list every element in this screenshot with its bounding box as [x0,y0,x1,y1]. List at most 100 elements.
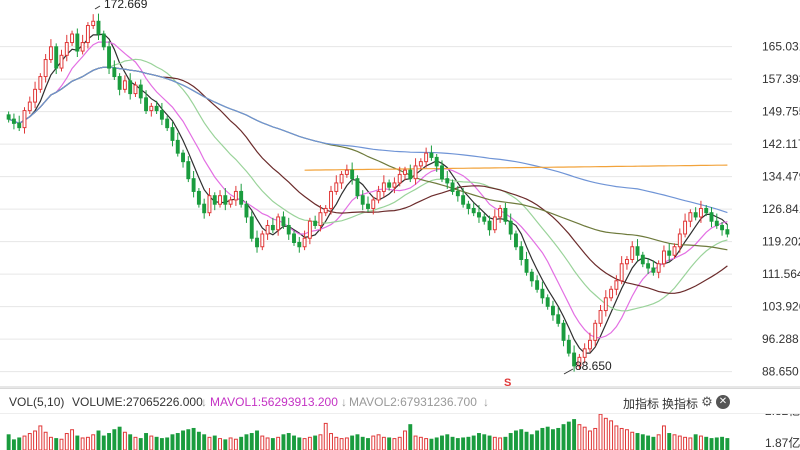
y-tick-label: 88.650 [762,365,799,379]
volume-bar [519,429,524,450]
volume-bar [714,437,719,450]
volume-bar [138,438,143,450]
volume-bar [408,424,413,450]
candle-body [350,169,355,180]
volume-bar [101,435,106,450]
volume-bar [59,438,64,450]
candle-body [688,212,693,222]
volume-bar [688,437,693,450]
candle-body [323,207,328,214]
candle-body [80,42,85,52]
volume-bar [286,433,291,450]
candle-body [75,33,80,52]
candle-body [535,280,540,290]
candle-body [514,233,518,248]
volume-bar [646,435,651,450]
candle-body [640,254,645,265]
volume-bar [175,433,180,450]
volume-bar [149,435,154,450]
y-tick-label: 103.926 [762,300,800,314]
candle-body [429,152,434,158]
volume-bar [434,437,439,450]
volume-bar [133,436,138,450]
candle-body [122,80,127,90]
candle-body [117,76,122,90]
candle-body [519,246,524,261]
candle-body [270,224,275,231]
candle-body [403,169,407,175]
volume-bar [424,438,429,450]
volume-bar [11,439,16,450]
volume-bar [540,427,545,450]
gear-icon[interactable]: ⚙ [700,395,714,409]
candle-body [588,339,592,350]
volume-bar [635,433,640,450]
candle-body [138,84,143,99]
add-indicator-button[interactable]: 加指标 [623,395,659,412]
candle-body [101,33,106,48]
ma5-line [8,33,728,354]
volume-bar [471,435,476,450]
volume-bar [48,436,53,450]
candle-body [461,195,466,205]
volume-bar [656,434,661,450]
candle-body [656,263,661,273]
volume-bar [334,436,339,450]
y-tick-label: 126.841 [762,202,800,216]
volume-bar [64,433,69,450]
candle-body [70,33,75,44]
candle-body [223,195,228,205]
down-arrow-icon: ↓ [201,395,207,409]
candle-body [175,139,180,154]
volume-bar [223,439,228,450]
candle-body [376,190,381,201]
volume-bar [498,437,503,450]
volume-bar [196,431,201,450]
candle-body [297,241,302,248]
candle-body [408,169,413,180]
volume-bar [461,437,466,450]
y-tick-label: 111.564 [762,267,800,281]
candle-body [144,97,148,112]
volume-bar [70,429,75,450]
volume-bar [387,437,392,450]
switch-indicator-button[interactable]: 换指标 [662,395,698,412]
volume-bar [556,427,561,450]
close-icon[interactable]: ✕ [716,395,730,409]
candle-body [529,271,534,282]
volume-bar [683,436,688,450]
candle-body [698,207,703,218]
volume-bar [239,436,244,450]
volume-bar [403,430,407,450]
candle-body [43,59,48,78]
volume-bar [529,434,534,450]
candle-body [165,118,170,129]
candle-body [107,46,112,69]
volume-bar [366,438,370,450]
candle-body [255,237,259,248]
candle-body [6,114,11,120]
candle-body [693,212,698,218]
candle-body [22,110,27,129]
volume-bar [107,433,112,450]
candle-body [181,152,185,163]
candle-body [228,199,233,205]
volume-bar [720,436,725,450]
candle-body [614,280,619,290]
candle-body [677,233,682,248]
candle-body [344,169,349,175]
y-tick-label: 119.202 [762,235,800,249]
volume-bar [112,429,117,450]
volume-bar [350,435,355,450]
candle-body [128,80,133,95]
candle-body [334,182,339,192]
candle-body [492,216,497,231]
volume-bar [477,433,481,450]
volume-bar [640,434,645,450]
candle-body [445,178,450,184]
mavol1-value: MAVOL1:56293913.200 [210,395,338,409]
candle-body [482,216,487,222]
volume-bar [709,438,714,450]
volume-bar [54,438,59,450]
candle-body [720,224,725,231]
